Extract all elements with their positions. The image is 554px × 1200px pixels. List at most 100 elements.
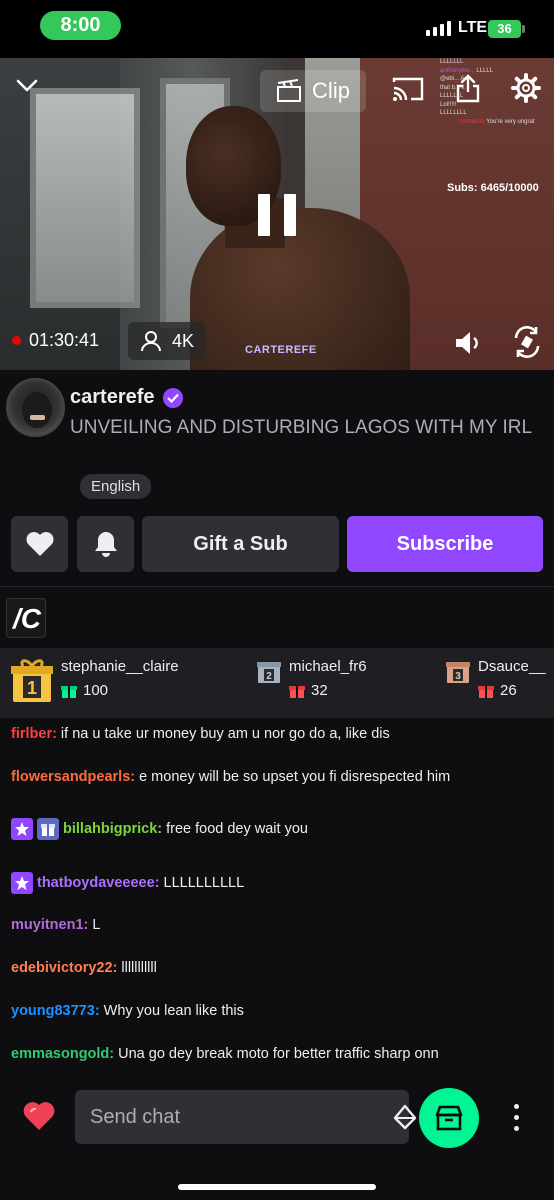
home-indicator[interactable] (178, 1184, 376, 1190)
channel-name-row[interactable]: carterefe (70, 386, 183, 409)
rotate-fullscreen-icon[interactable] (512, 326, 542, 358)
chat-message[interactable]: muyitnen1: L (11, 917, 544, 933)
stream-watermark: CARTEREFE (245, 344, 317, 356)
overlay-chat-line: LLLLLLLL (440, 110, 467, 116)
overlay-chat-line: LLLLLLL (440, 93, 464, 99)
svg-text:3: 3 (455, 671, 461, 682)
extension-icon[interactable]: /C (6, 598, 46, 638)
battery-level: 36 (488, 20, 521, 38)
battery-icon (522, 25, 525, 33)
channel-avatar[interactable] (6, 378, 65, 437)
overlay-chat-line: LLLLLLL (440, 59, 464, 65)
overlay-chat-line: that b... it (440, 84, 465, 91)
chat-message[interactable]: billahbigprick: free food dey wait you (11, 818, 544, 840)
svg-text:2: 2 (266, 671, 272, 682)
chat-text: if na u take ur money buy am u nor go do… (60, 726, 390, 742)
chat-username[interactable]: emmasongold: (11, 1046, 114, 1062)
chat-message[interactable]: emmasongold: Una go dey break moto for b… (11, 1046, 544, 1062)
chat-text: lllllllllll (121, 960, 157, 976)
network-type: LTE (458, 19, 488, 36)
rank-3-gift-icon: 3 (446, 658, 470, 699)
chat-username[interactable]: thatboydaveeeee: (37, 875, 160, 891)
chat-text: free food dey wait you (166, 821, 308, 837)
signal-icon (426, 20, 451, 36)
chat-username[interactable]: firlber: (11, 726, 57, 742)
status-time: 8:00 (40, 11, 121, 40)
gift-leaderboard[interactable]: 1 stephanie__claire 100 2 michael_fr6 32… (0, 648, 554, 718)
divider (0, 586, 554, 587)
chat-message[interactable]: firlber: if na u take ur money buy am u … (11, 726, 544, 742)
leaderboard-name: michael_fr6 (289, 658, 367, 675)
leaderboard-item[interactable]: 2 michael_fr6 32 (257, 658, 367, 699)
chat-text: LLLLLLLLLL (163, 875, 245, 891)
volume-icon[interactable] (454, 330, 484, 356)
chat-message[interactable]: edebivictory22: lllllllllll (11, 960, 544, 976)
stream-overlay-chat: LLLLLLL anthonymo... LLLLL @ebi... Ast t… (440, 58, 554, 158)
chat-text: L (92, 917, 101, 933)
heart-reaction-icon[interactable] (22, 1100, 56, 1132)
gift-icon (61, 685, 77, 698)
subs-counter: Subs: 6465/10000 (447, 182, 539, 194)
cast-icon[interactable] (392, 76, 424, 102)
verified-icon (162, 387, 183, 408)
leaderboard-item[interactable]: 1 stephanie__claire 100 (11, 658, 179, 709)
chat-input-bar: Send chat (0, 1078, 554, 1200)
stream-title: UNVEILING AND DISTURBING LAGOS WITH MY I… (70, 417, 533, 438)
notifications-button[interactable] (77, 516, 134, 572)
subscriber-star-icon (11, 818, 33, 840)
send-chat-input[interactable]: Send chat (75, 1090, 471, 1144)
live-uptime: 01:30:41 (12, 330, 99, 351)
leaderboard-count: 32 (289, 682, 367, 699)
rank-1-gift-icon: 1 (11, 658, 53, 709)
live-dot-icon (12, 336, 21, 345)
chat-username[interactable]: flowersandpearls: (11, 769, 135, 785)
leaderboard-item[interactable]: 3 Dsauce__ 26 (446, 658, 546, 699)
bell-icon (94, 532, 117, 557)
gift-sub-button[interactable]: Gift a Sub (142, 516, 339, 572)
svg-text:1: 1 (27, 678, 37, 698)
channel-name[interactable]: carterefe (70, 386, 155, 409)
clip-button[interactable]: Clip (260, 70, 366, 112)
viewer-count-text: 4K (171, 330, 195, 351)
rank-2-gift-icon: 2 (257, 658, 281, 699)
chat-username[interactable]: edebivictory22: (11, 960, 117, 976)
uptime-text: 01:30:41 (29, 330, 100, 350)
chat-message[interactable]: flowersandpearls: e money will be so ups… (11, 769, 544, 785)
chat-text: e money will be so upset you fi disrespe… (139, 769, 451, 785)
chat-username[interactable]: billahbigprick: (63, 821, 162, 837)
channel-actions: Gift a Sub Subscribe (0, 516, 554, 572)
leaderboard-name: stephanie__claire (61, 658, 179, 675)
subscriber-star-icon (11, 872, 33, 894)
more-options-icon[interactable] (512, 1104, 520, 1132)
chat-username[interactable]: muyitnen1: (11, 917, 88, 933)
gifter-badge-icon (37, 818, 59, 840)
chat-placeholder: Send chat (90, 1106, 181, 1128)
chat-message[interactable]: thatboydaveeeee: LLLLLLLLLL (11, 872, 544, 894)
clip-icon (277, 79, 302, 102)
overlay-chat-line: ormaliom You're very ungrat (460, 118, 535, 125)
overlay-chat-line: anthonymo... LLLLL (440, 67, 494, 74)
clip-label: Clip (312, 78, 350, 103)
viewer-count: 4K (128, 322, 206, 360)
chat-username[interactable]: young83773: (11, 1003, 100, 1019)
leaderboard-count: 100 (61, 682, 179, 699)
subscribe-button[interactable]: Subscribe (347, 516, 543, 572)
leaderboard-name: Dsauce__ (478, 658, 546, 675)
overlay-chat-line: Lol!!!!! (440, 101, 457, 108)
follow-button[interactable] (11, 516, 68, 572)
gift-icon (478, 685, 494, 698)
collapse-chevron-icon[interactable] (14, 76, 40, 94)
chat-message[interactable]: young83773: Why you lean like this (11, 1003, 544, 1019)
overlay-chat-line: @ebi... Ast (440, 76, 470, 82)
store-button[interactable] (419, 1088, 479, 1148)
heart-icon (26, 532, 53, 556)
pause-button[interactable] (258, 194, 298, 236)
bits-icon[interactable] (392, 1104, 418, 1130)
leaderboard-count: 26 (478, 682, 546, 699)
channel-info: carterefe UNVEILING AND DISTURBING LAGOS… (0, 370, 554, 510)
chat-list[interactable]: firlber: if na u take ur money buy am u … (0, 718, 554, 1078)
language-tag[interactable]: English (80, 474, 152, 499)
chat-text: Why you lean like this (103, 1003, 244, 1019)
video-player[interactable]: Clip LLLLLLL anthonymo... LLLLL @ebi... … (0, 58, 554, 370)
chat-text: Una go dey break moto for better traffic… (118, 1046, 439, 1062)
